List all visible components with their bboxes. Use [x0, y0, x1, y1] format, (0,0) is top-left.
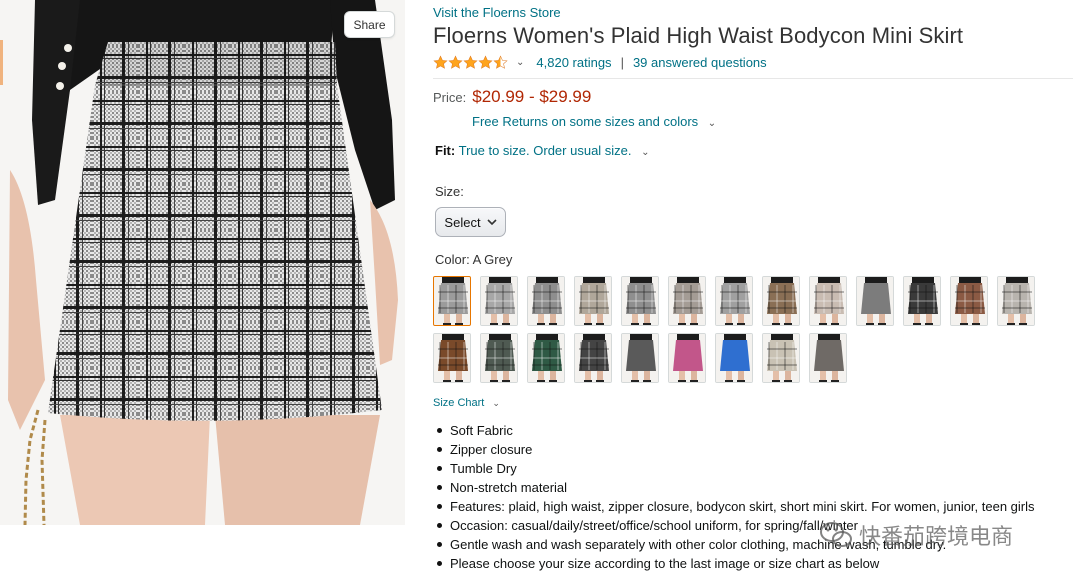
answered-questions-link[interactable]: 39 answered questions: [633, 55, 767, 70]
swatch-thumbnail: [575, 277, 611, 325]
color-swatch[interactable]: [715, 333, 753, 383]
fit-row: Fit: True to size. Order usual size. ⌄: [435, 143, 650, 158]
free-returns-link[interactable]: Free Returns on some sizes and colors ⌄: [472, 114, 716, 129]
swatch-thumbnail: [857, 277, 893, 325]
chevron-down-icon: ⌄: [707, 118, 717, 129]
swatch-thumbnail: [622, 334, 658, 382]
color-swatch[interactable]: [574, 276, 612, 326]
swatch-thumbnail: [481, 334, 517, 382]
thumbnail-accent: [0, 40, 3, 85]
swatch-thumbnail: [716, 277, 752, 325]
star-full-icon: [448, 55, 463, 69]
watermark: 快番茄跨境电商: [819, 519, 1013, 551]
color-swatch[interactable]: [903, 276, 941, 326]
size-dropdown[interactable]: Select: [435, 207, 506, 237]
feature-bullet: Non-stretch material: [433, 478, 1073, 497]
swatch-thumbnail: [763, 334, 799, 382]
star-full-icon: [463, 55, 478, 69]
feature-bullet: Soft Fabric: [433, 421, 1073, 440]
wechat-icon: [820, 522, 852, 547]
price-label: Price:: [433, 90, 467, 105]
feature-bullet: Features: plaid, high waist, zipper clos…: [433, 497, 1073, 516]
chevron-down-icon[interactable]: ⌄: [641, 147, 649, 158]
rating-row: ⌄ 4,820 ratings | 39 answered questions: [433, 53, 767, 71]
color-swatch[interactable]: [621, 276, 659, 326]
color-swatch[interactable]: [762, 276, 800, 326]
swatch-thumbnail: [528, 334, 564, 382]
size-dropdown-value: Select: [444, 214, 481, 230]
swatch-thumbnail: [528, 277, 564, 325]
chevron-down-icon[interactable]: ⌄: [516, 57, 524, 68]
store-link[interactable]: Visit the Floerns Store: [433, 5, 561, 20]
product-title: Floerns Women's Plaid High Waist Bodycon…: [433, 23, 964, 48]
swatch-thumbnail: [810, 277, 846, 325]
color-swatch[interactable]: [574, 333, 612, 383]
color-swatch[interactable]: [621, 333, 659, 383]
size-label: Size:: [435, 184, 464, 199]
color-swatch[interactable]: [809, 333, 847, 383]
color-swatch[interactable]: [762, 333, 800, 383]
swatch-thumbnail: [575, 334, 611, 382]
chevron-down-icon: [486, 219, 497, 226]
swatch-thumbnail: [669, 277, 705, 325]
chevron-down-icon: ⌄: [492, 398, 500, 408]
color-swatch[interactable]: [856, 276, 894, 326]
swatch-thumbnail: [998, 277, 1034, 325]
feature-bullet: Zipper closure: [433, 440, 1073, 459]
swatch-thumbnail: [669, 334, 705, 382]
color-swatch[interactable]: [527, 276, 565, 326]
fit-label: Fit:: [435, 143, 456, 158]
color-swatch[interactable]: [480, 333, 518, 383]
swatch-thumbnail: [763, 277, 799, 325]
star-rating[interactable]: [433, 55, 508, 70]
color-swatch[interactable]: [480, 276, 518, 326]
swatch-thumbnail: [434, 277, 470, 325]
star-full-icon: [433, 55, 448, 69]
size-chart-link[interactable]: Size Chart ⌄: [433, 397, 500, 409]
color-swatch[interactable]: [715, 276, 753, 326]
color-row: Color: A Grey: [435, 252, 512, 267]
star-half-icon: [493, 55, 508, 69]
size-chart-text: Size Chart: [433, 397, 485, 409]
swatch-thumbnail: [716, 334, 752, 382]
star-full-icon: [478, 55, 493, 69]
swatch-thumbnail: [951, 277, 987, 325]
divider: [433, 78, 1073, 79]
product-main-image[interactable]: Share: [0, 0, 405, 525]
swatch-thumbnail: [810, 334, 846, 382]
feature-bullet: Tumble Dry: [433, 459, 1073, 478]
color-label: Color:: [435, 252, 470, 267]
color-swatch[interactable]: [433, 276, 471, 326]
swatch-thumbnail: [904, 277, 940, 325]
product-details: Visit the Floerns Store Floerns Women's …: [433, 0, 1073, 580]
color-swatch[interactable]: [433, 333, 471, 383]
swatch-thumbnail: [481, 277, 517, 325]
color-swatch[interactable]: [997, 276, 1035, 326]
watermark-text: 快番茄跨境电商: [859, 524, 1014, 549]
ratings-count-link[interactable]: 4,820 ratings: [536, 55, 611, 70]
color-swatch[interactable]: [950, 276, 988, 326]
color-swatch[interactable]: [668, 333, 706, 383]
color-value: A Grey: [472, 252, 513, 267]
separator: |: [620, 54, 624, 70]
price-row: Price: $20.99 - $29.99: [433, 87, 591, 107]
color-swatch[interactable]: [809, 276, 847, 326]
free-returns-text: Free Returns on some sizes and colors: [472, 114, 699, 129]
skirt-photo: [0, 0, 405, 525]
color-swatch[interactable]: [668, 276, 706, 326]
swatch-thumbnail: [434, 334, 470, 382]
feature-bullet: Please choose your size according to the…: [433, 554, 1073, 573]
fit-value-link[interactable]: True to size. Order usual size.: [459, 143, 632, 158]
share-button[interactable]: Share: [344, 11, 395, 38]
swatch-thumbnail: [622, 277, 658, 325]
color-swatch[interactable]: [527, 333, 565, 383]
price-value: $20.99 - $29.99: [472, 87, 592, 106]
